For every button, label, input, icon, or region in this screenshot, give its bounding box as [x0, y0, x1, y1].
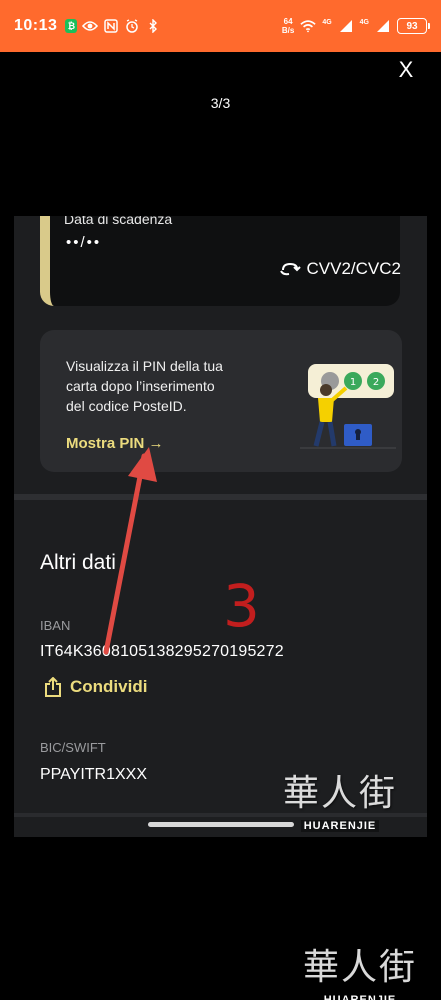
watermark-logo: 華人街 HUARENJIE — [270, 764, 410, 834]
pin-description: Visualizza il PIN della tua carta dopo l… — [66, 358, 223, 414]
eye-icon — [82, 18, 99, 34]
network-speed: 64 B/s — [282, 17, 294, 35]
app-notification-icon: ₿ — [65, 19, 78, 33]
net-speed-value: 64 — [283, 17, 293, 26]
watermark-chinese-bottom: 華人街 — [302, 947, 417, 988]
net-speed-unit: B/s — [281, 26, 295, 35]
show-pin-link[interactable]: Mostra PIN → — [66, 435, 164, 452]
status-time: 10:13 — [14, 17, 58, 34]
bluetooth-icon — [145, 18, 161, 34]
share-label: Condividi — [70, 677, 148, 696]
page-counter: 3/3 — [210, 95, 231, 111]
cvv-label: CVV2/CVC2 — [306, 259, 401, 278]
bic-value: PPAYITR1XXX — [40, 766, 147, 783]
expiry-label: Data di scadenza — [64, 216, 173, 227]
embedded-screenshot: Data di scadenza ••/•• CVV2/CVC2 Visuali… — [14, 216, 427, 837]
watermark-latin: HUARENJIE — [300, 820, 380, 832]
iban-label: IBAN — [40, 618, 71, 633]
battery-level: 93 — [406, 20, 418, 32]
bic-label: BIC/SWIFT — [40, 740, 106, 755]
nfc-icon — [103, 18, 119, 34]
close-button[interactable]: X — [394, 58, 418, 82]
watermark-chinese: 華人街 — [282, 773, 397, 814]
wifi-icon — [300, 18, 316, 34]
flip-card-icon — [279, 262, 301, 276]
annotation-number: 3 — [223, 572, 260, 640]
system-status-icons: 64 B/s 4G 4G 93 — [282, 17, 430, 35]
iban-value: IT64K3608105138295270195272 — [40, 643, 284, 660]
watermark-latin-bottom: HUARENJIE — [320, 994, 400, 1000]
svg-text:1: 1 — [350, 377, 356, 388]
svg-text:2: 2 — [373, 377, 379, 388]
watermark-logo-bottom: 華人街 HUARENJIE — [290, 938, 430, 1000]
battery-indicator: 93 — [397, 18, 430, 34]
section-divider — [14, 494, 427, 500]
signal-2-label: 4G — [359, 19, 369, 26]
pin-illustration-icon: 1 2 — [300, 364, 396, 449]
share-icon — [45, 677, 61, 697]
signal-1-icon — [338, 18, 354, 34]
share-button[interactable]: Condividi — [44, 677, 147, 697]
signal-2-icon — [375, 18, 391, 34]
notification-icons: ₿ — [65, 18, 161, 34]
alarm-icon — [124, 18, 140, 34]
cvv-button[interactable]: CVV2/CVC2 — [279, 259, 401, 279]
signal-1-label: 4G — [322, 19, 332, 26]
status-bar: 10:13 ₿ 64 B/s 4G 4G 93 — [0, 0, 441, 52]
expiry-value: ••/•• — [66, 234, 102, 251]
pin-card: Visualizza il PIN della tua carta dopo l… — [40, 330, 402, 472]
other-data-title: Altri dati — [40, 551, 116, 574]
